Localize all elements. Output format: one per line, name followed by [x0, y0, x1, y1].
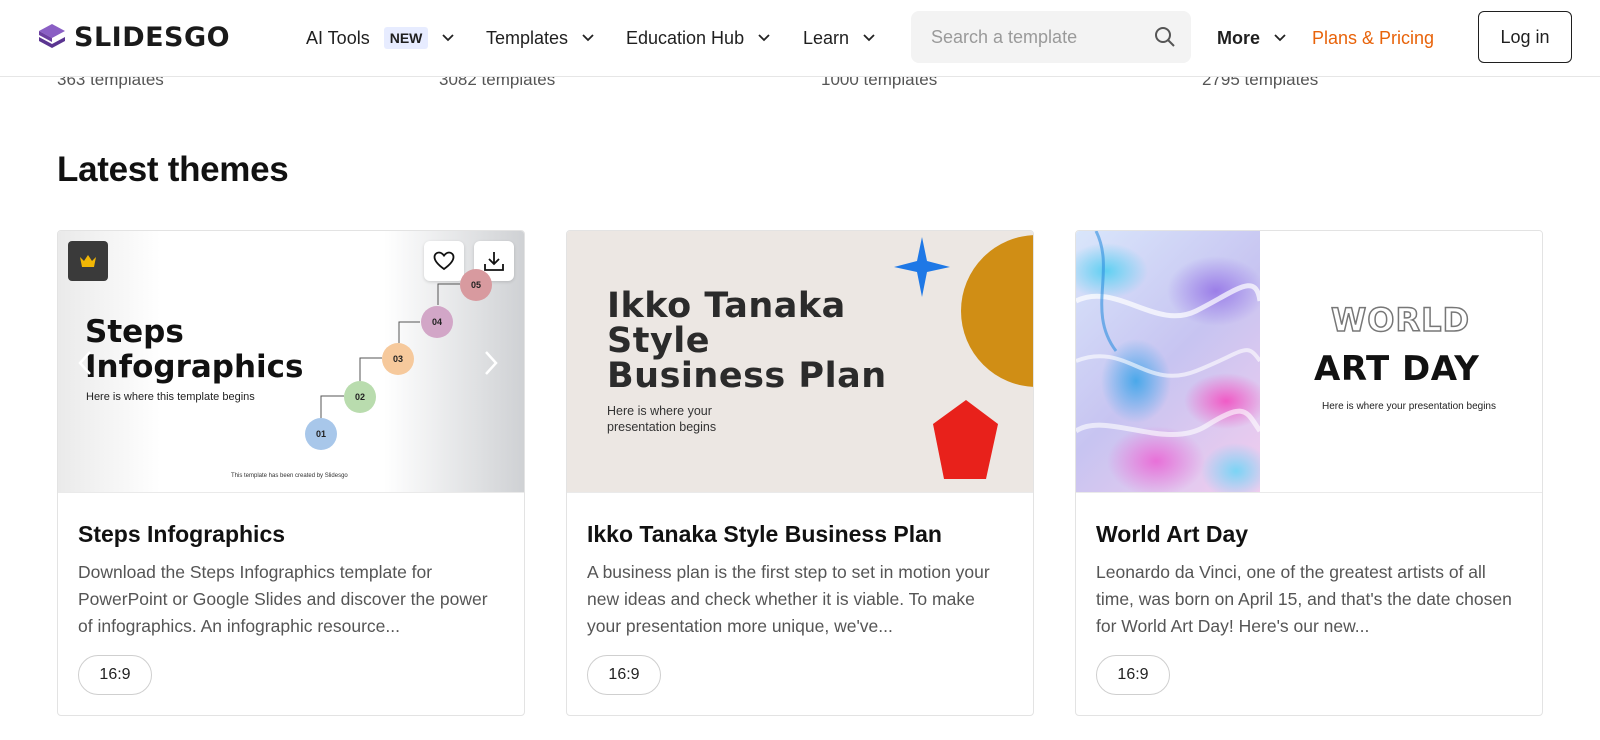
thumbnail-subtitle: Here is where your presentation begins — [1322, 401, 1496, 412]
nav-education-hub[interactable]: Education Hub — [626, 0, 770, 76]
chevron-right-icon — [485, 351, 498, 375]
chevron-down-icon — [863, 34, 875, 42]
login-button[interactable]: Log in — [1478, 11, 1572, 63]
card-title[interactable]: Ikko Tanaka Style Business Plan — [587, 521, 942, 548]
theme-card[interactable]: 01 02 03 04 05 Steps Infographics Here i… — [57, 230, 525, 716]
thumbnail-subtitle: Here is where this template begins — [86, 391, 255, 403]
search-icon[interactable] — [1153, 25, 1177, 49]
thumbnail-subtitle-line: Here is where your — [607, 404, 712, 418]
nav-templates[interactable]: Templates — [486, 0, 594, 76]
theme-thumbnail[interactable]: Ikko Tanaka Style Business Plan Here is … — [567, 231, 1033, 493]
marble-swirls — [1076, 231, 1263, 437]
search-box — [911, 11, 1191, 63]
chevron-down-icon — [758, 34, 770, 42]
card-title[interactable]: World Art Day — [1096, 521, 1248, 548]
theme-card[interactable]: Ikko Tanaka Style Business Plan Here is … — [566, 230, 1034, 716]
chevron-left-icon — [78, 351, 91, 375]
top-header: SLIDESGO AI Tools NEW Templates Educatio… — [0, 0, 1600, 77]
search-input[interactable] — [931, 11, 1151, 63]
theme-thumbnail[interactable]: WORLD ART DAY Here is where your present… — [1076, 231, 1542, 493]
thumbnail-heading-outline: WORLD — [1330, 300, 1471, 340]
theme-thumbnail[interactable]: 01 02 03 04 05 Steps Infographics Here i… — [58, 231, 524, 493]
nav-more-label: More — [1217, 27, 1261, 48]
nav-education-hub-label: Education Hub — [626, 27, 745, 48]
step-circle: 03 — [382, 343, 414, 375]
previous-slide-button[interactable] — [70, 345, 100, 381]
logo[interactable]: SLIDESGO — [36, 21, 230, 53]
nav-pricing-label: Plans & Pricing — [1312, 27, 1435, 48]
thumbnail-subtitle: Here is where your presentation begins — [607, 403, 767, 435]
nav-pricing[interactable]: Plans & Pricing — [1312, 0, 1434, 76]
thumbnail-heading: Steps Infographics — [85, 315, 304, 385]
step-circle: 04 — [421, 306, 453, 338]
nav-ai-tools-label: AI Tools — [306, 27, 370, 48]
step-circle: 05 — [460, 269, 492, 301]
thumbnail-heading-line: Steps — [85, 314, 184, 350]
chevron-down-icon — [1274, 34, 1286, 42]
card-description: Download the Steps Infographics template… — [78, 562, 488, 636]
nav-learn[interactable]: Learn — [803, 0, 875, 76]
aspect-ratio-tag: 16:9 — [1096, 655, 1170, 695]
step-circle: 02 — [344, 381, 376, 413]
thumbnail-heading-line: Ikko Tanaka — [607, 286, 846, 326]
thumbnail-heading-line: Style — [607, 321, 710, 361]
aspect-ratio-tag: 16:9 — [587, 655, 661, 695]
new-badge: NEW — [383, 27, 429, 49]
thumbnail-credit: This template has been created by Slides… — [231, 473, 348, 479]
nav-learn-label: Learn — [803, 27, 850, 48]
chevron-down-icon — [582, 34, 594, 42]
section-title: Latest themes — [57, 150, 289, 189]
chevron-down-icon — [442, 34, 455, 42]
slidesgo-logo-icon — [39, 24, 65, 48]
theme-card[interactable]: WORLD ART DAY Here is where your present… — [1075, 230, 1543, 716]
thumbnail-heading: Ikko Tanaka Style Business Plan — [607, 289, 887, 394]
card-description: Leonardo da Vinci, one of the greatest a… — [1096, 562, 1512, 636]
marble-art-image — [1076, 231, 1263, 492]
nav-more[interactable]: More — [1217, 0, 1286, 76]
card-title[interactable]: Steps Infographics — [78, 521, 285, 548]
nav-ai-tools[interactable]: AI Tools NEW — [306, 0, 455, 76]
thumbnail-subtitle-line: presentation begins — [607, 420, 717, 434]
logo-text: SLIDESGO — [74, 21, 231, 53]
thumbnail-heading-line: Business Plan — [607, 356, 887, 396]
next-slide-button[interactable] — [476, 345, 506, 381]
nav-templates-label: Templates — [486, 27, 569, 48]
thumbnail-heading-line: Infographics — [85, 349, 304, 385]
thumbnail-heading: ART DAY — [1314, 349, 1480, 389]
card-description: A business plan is the first step to set… — [587, 562, 990, 636]
aspect-ratio-tag: 16:9 — [78, 655, 152, 695]
step-circle: 01 — [305, 418, 337, 450]
